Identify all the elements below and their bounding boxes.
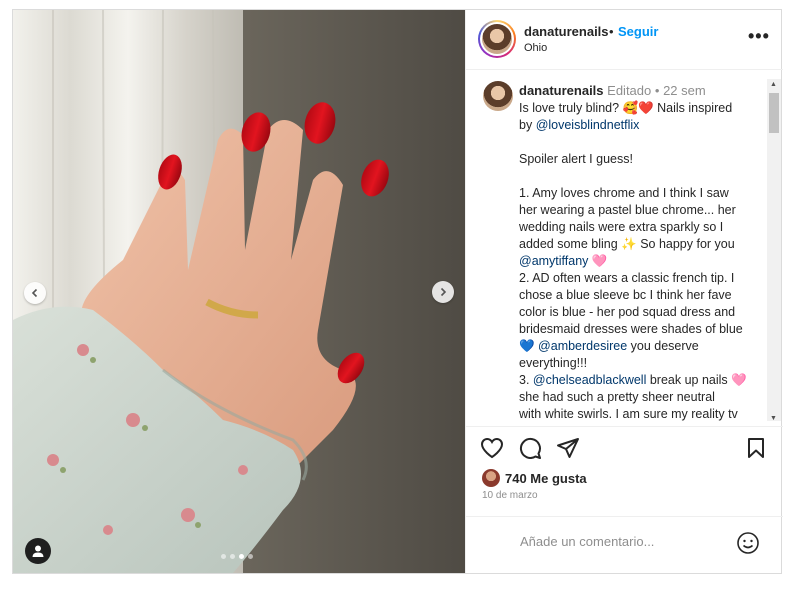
next-slide-button[interactable] [432, 281, 454, 303]
author-username[interactable]: danaturenails [524, 24, 609, 39]
author-avatar[interactable] [478, 20, 516, 58]
scroll-up-icon[interactable]: ▲ [770, 81, 777, 88]
caption-separator: • [654, 83, 660, 98]
post-age: 22 sem [663, 83, 706, 98]
liker-avatar [482, 469, 500, 487]
caption-text-span: 3. [519, 373, 533, 387]
post-header: danaturenails • Seguir Ohio ••• [466, 10, 783, 70]
comment-icon [519, 437, 541, 459]
caption-line: 2. AD often wears a classic french tip. … [519, 270, 764, 287]
likes-summary[interactable]: 740 Me gusta [482, 468, 587, 488]
caption-line: color is blue - her pod squad dress and [519, 304, 764, 321]
comment-input[interactable] [520, 534, 720, 549]
mention-link[interactable]: @loveisblindnetflix [536, 118, 640, 132]
action-bar [466, 426, 783, 466]
caption-text-span: she had such a pretty sheer neutral [519, 390, 715, 404]
caption-avatar[interactable] [483, 81, 513, 111]
caption-line: @amytiffany 🩷 [519, 253, 764, 270]
caption-line: 3. @chelseadblackwell break up nails 🩷 [519, 372, 764, 389]
caption-text-span: her wearing a pastel blue chrome... her [519, 203, 736, 217]
edited-label: Editado [607, 83, 652, 98]
caption-scrollbar[interactable]: ▲ ▼ [767, 79, 781, 421]
caption-text-span: wedding nails were extra sparkly so I [519, 220, 724, 234]
post-date: 10 de marzo [482, 490, 538, 501]
post-dialog: danaturenails • Seguir Ohio ••• danature… [12, 9, 783, 574]
carousel-dot [248, 554, 253, 559]
caption-text-span: everything!!! [519, 356, 588, 370]
scroll-thumb[interactable] [769, 93, 779, 133]
follow-button[interactable]: Seguir [618, 24, 658, 39]
post-sidebar: danaturenails • Seguir Ohio ••• danature… [465, 10, 783, 573]
previous-slide-button[interactable] [24, 282, 46, 304]
bookmark-icon [748, 438, 764, 458]
caption-line: with white swirls. I am sure my reality … [519, 406, 764, 421]
more-options-button[interactable]: ••• [748, 26, 770, 47]
caption-line: 💙 @amberdesiree you deserve [519, 338, 764, 355]
caption-text-span: with white swirls. I am sure my reality … [519, 407, 738, 421]
caption-line: chose a blue sleeve bc I think her fave [519, 287, 764, 304]
emoji-icon [737, 532, 759, 554]
caption-text-span: by [519, 118, 536, 132]
like-button[interactable] [480, 437, 504, 464]
likes-count[interactable]: 740 Me gusta [505, 471, 587, 486]
caption-line: her wearing a pastel blue chrome... her [519, 202, 764, 219]
mention-link[interactable]: @amberdesiree [538, 339, 627, 353]
share-icon [557, 438, 579, 458]
user-icon [32, 545, 44, 557]
caption-text-span: bridesmaid dresses were shades of blue [519, 322, 743, 336]
caption-line: Is love truly blind? 🥰❤️ Nails inspired [519, 100, 764, 117]
carousel-indicator [221, 554, 253, 559]
post-photo [13, 10, 465, 573]
mention-link[interactable]: @amytiffany [519, 254, 588, 268]
avatar-image [482, 24, 512, 54]
carousel-dot-active [239, 554, 244, 559]
caption-text-span: break up nails 🩷 [646, 373, 747, 387]
comment-button[interactable] [518, 437, 542, 464]
caption-text-span: 1. Amy loves chrome and I think I saw [519, 186, 729, 200]
caption-header: danaturenails Editado • 22 sem [519, 83, 706, 98]
caption-line: wedding nails were extra sparkly so I [519, 219, 764, 236]
caption-text-span: you deserve [627, 339, 699, 353]
carousel-dot [221, 554, 226, 559]
caption-line: added some bling ✨ So happy for you [519, 236, 764, 253]
save-button[interactable] [746, 437, 766, 464]
caption-line: everything!!! [519, 355, 764, 372]
chevron-right-icon [440, 287, 447, 297]
caption-text-span: 🩷 [588, 254, 608, 268]
post-location[interactable]: Ohio [524, 42, 547, 54]
heart-icon [480, 437, 504, 459]
caption-text-span: 2. AD often wears a classic french tip. … [519, 271, 735, 285]
caption-line: by @loveisblindnetflix [519, 117, 764, 134]
caption-line: bridesmaid dresses were shades of blue [519, 321, 764, 338]
comment-composer [466, 516, 783, 573]
nails-photo [13, 10, 465, 573]
caption-username[interactable]: danaturenails [519, 83, 604, 98]
share-button[interactable] [556, 437, 580, 464]
caption-text-span: chose a blue sleeve bc I think her fave [519, 288, 732, 302]
caption-text: Is love truly blind? 🥰❤️ Nails inspired b… [519, 100, 764, 421]
tagged-users-button[interactable] [25, 538, 51, 564]
caption-text-span: Spoiler alert I guess! [519, 152, 633, 166]
mention-link[interactable]: @chelseadblackwell [533, 373, 646, 387]
caption-text-span: color is blue - her pod squad dress and [519, 305, 736, 319]
header-separator: • [609, 24, 614, 39]
caption-text-span: 💙 [519, 339, 539, 353]
carousel-dot [230, 554, 235, 559]
caption-line: 1. Amy loves chrome and I think I saw [519, 185, 764, 202]
caption-text-span: added some bling ✨ So happy for you [519, 237, 735, 251]
caption-scroll-area[interactable]: danaturenails Editado • 22 sem Is love t… [466, 71, 783, 421]
chevron-left-icon [31, 288, 38, 298]
caption-line: Spoiler alert I guess! [519, 151, 764, 168]
caption-line: she had such a pretty sheer neutral [519, 389, 764, 406]
caption-text-span: Is love truly blind? 🥰❤️ Nails inspired [519, 101, 733, 115]
scroll-down-icon[interactable]: ▼ [770, 415, 777, 421]
emoji-button[interactable] [736, 531, 760, 560]
